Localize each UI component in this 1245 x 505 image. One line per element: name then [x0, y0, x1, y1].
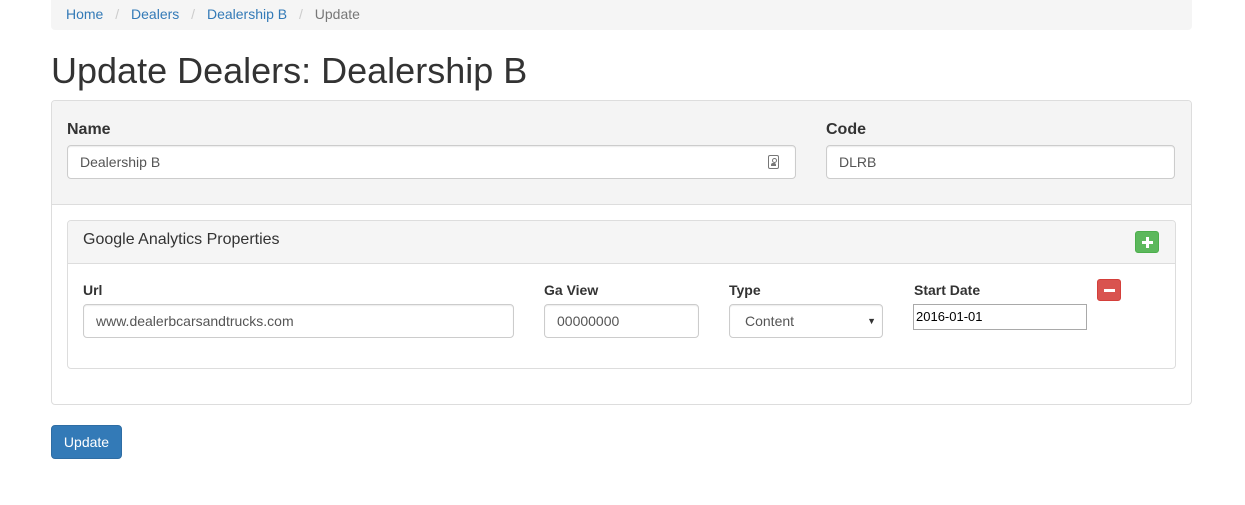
plus-icon	[1136, 232, 1158, 252]
ga-properties-heading: Google Analytics Properties	[68, 221, 1175, 264]
code-input[interactable]: DLRB	[826, 145, 1175, 179]
ga-properties-title: Google Analytics Properties	[83, 231, 280, 248]
chevron-down-icon: ▼	[867, 316, 876, 326]
update-button[interactable]: Update	[51, 425, 122, 459]
name-input[interactable]: Dealership B	[67, 145, 796, 179]
breadcrumb-separator: /	[191, 6, 196, 22]
url-input[interactable]: www.dealerbcarsandtrucks.com	[83, 304, 514, 338]
add-property-button[interactable]	[1135, 231, 1159, 253]
breadcrumb-dealership-link[interactable]: Dealership B	[207, 6, 287, 22]
breadcrumb: Home / Dealers / Dealership B / Update	[51, 0, 1192, 30]
start-date-input-value: 2016-01-01	[916, 309, 983, 324]
start-date-input[interactable]: 2016-01-01	[913, 304, 1087, 330]
breadcrumb-separator: /	[115, 6, 120, 22]
breadcrumb-separator: /	[299, 6, 303, 22]
contact-card-icon[interactable]	[768, 155, 779, 169]
type-select[interactable]: Content ▼	[729, 304, 883, 338]
url-label: Url	[83, 282, 103, 298]
dealer-form-panel: Name Dealership B Code DLRB Google Analy…	[51, 100, 1192, 405]
dealer-form-heading: Name Dealership B Code DLRB	[52, 101, 1191, 205]
ga-view-label: Ga View	[544, 282, 599, 298]
code-label: Code	[826, 121, 866, 138]
type-label: Type	[729, 282, 761, 298]
ga-view-input[interactable]: 00000000	[544, 304, 699, 338]
start-date-label: Start Date	[914, 282, 981, 298]
breadcrumb-dealers-link[interactable]: Dealers	[131, 6, 179, 22]
type-select-value: Content	[745, 313, 795, 329]
breadcrumb-home-link[interactable]: Home	[66, 6, 103, 22]
page-title: Update Dealers: Dealership B	[51, 50, 528, 91]
url-input-value: www.dealerbcarsandtrucks.com	[96, 313, 294, 329]
minus-icon	[1098, 280, 1120, 300]
breadcrumb-current: Update	[314, 6, 360, 22]
remove-property-button[interactable]	[1097, 279, 1121, 301]
code-input-value: DLRB	[839, 154, 877, 170]
ga-view-input-value: 00000000	[557, 313, 620, 329]
name-label: Name	[67, 121, 111, 138]
name-input-value: Dealership B	[80, 154, 161, 170]
ga-properties-panel: Google Analytics Properties Url www.deal…	[67, 220, 1176, 369]
